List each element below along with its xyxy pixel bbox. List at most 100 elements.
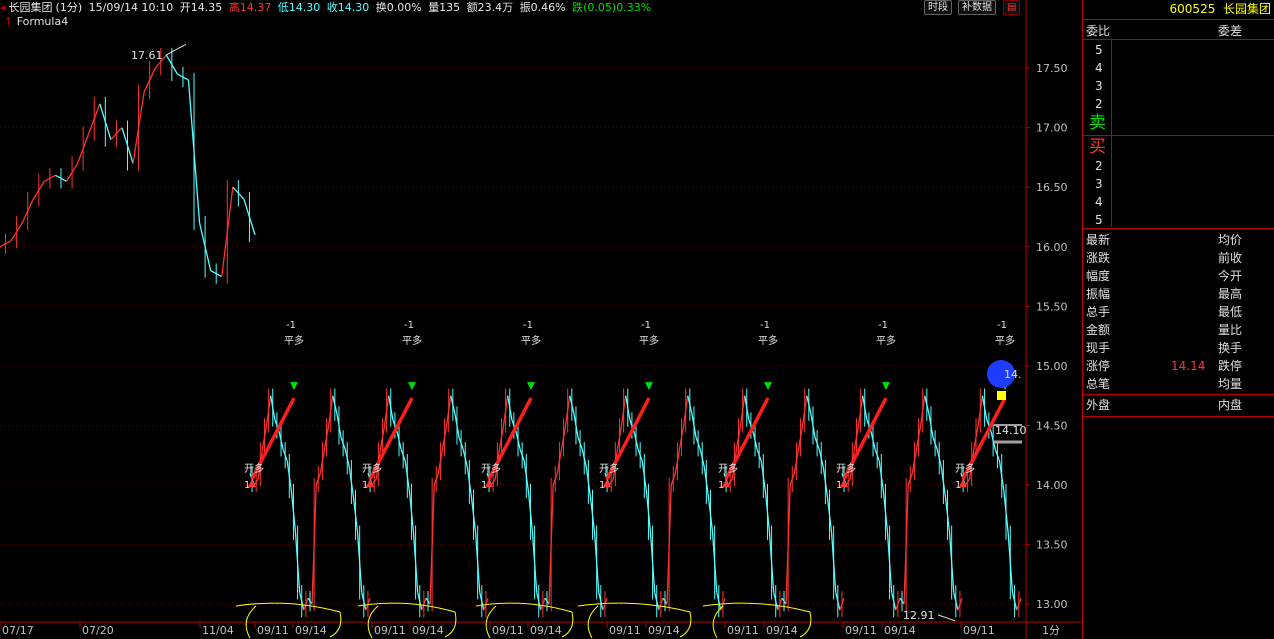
buy-level-label: 5 <box>1095 213 1103 227</box>
low-pointer <box>937 614 956 622</box>
signal-bottom-one: 1 <box>244 480 250 491</box>
quote-label: 振幅 <box>1086 287 1111 301</box>
quote-label: 总手 <box>1086 305 1111 319</box>
signal-bottom-label: 开多 <box>599 462 619 475</box>
sell-signal-arrow <box>290 382 298 391</box>
quote-row: 现手 换手 <box>1083 339 1274 357</box>
quote-row: 总笔 均量 <box>1083 375 1274 393</box>
buy-level-2: 2 <box>1083 157 1274 175</box>
x-tick-label: 07/20 <box>82 624 114 637</box>
price-tag-bottom: 14.10 <box>995 424 1027 437</box>
signal-top-minus: -1 <box>760 320 770 331</box>
high-label: 17.61 <box>131 49 163 62</box>
y-tick-label: 15.00 <box>1036 360 1068 373</box>
buy-level-label: 3 <box>1095 177 1103 191</box>
signal-bottom-label: 开多 <box>362 462 382 475</box>
low-label: 12.91 <box>903 609 935 622</box>
buy-level-label: 2 <box>1095 159 1103 173</box>
panel-title: 600525 长园集团 <box>1083 0 1274 20</box>
signal-top-label: 平多 <box>639 334 659 347</box>
quote-value: 14.14 <box>1171 359 1206 373</box>
signal-bottom-label: 开多 <box>244 462 264 475</box>
quote-label: 跌停 <box>1218 359 1243 373</box>
buy-level-4: 4 <box>1083 193 1274 211</box>
x-tick-label: 07/17 <box>2 624 34 637</box>
signal-top-minus: -1 <box>523 320 533 331</box>
x-tick-label: 09/11 <box>374 624 406 637</box>
buy-level-label: 4 <box>1095 195 1103 209</box>
signal-top-minus: -1 <box>997 320 1007 331</box>
sell-marker: 卖 <box>1083 114 1274 132</box>
sell-level-5: 5 <box>1083 41 1274 59</box>
quote-row: 金额 量比 <box>1083 321 1274 339</box>
sell-level-label: 4 <box>1095 61 1103 75</box>
quote-label: 换手 <box>1218 341 1243 355</box>
period-label: 1分 <box>1042 624 1060 637</box>
divider <box>1083 416 1274 417</box>
signal-top-label: 平多 <box>758 334 778 347</box>
sell-level-2: 2 <box>1083 95 1274 113</box>
sell-level-label: 2 <box>1095 97 1103 111</box>
quote-panel: 600525 长园集团 委比 委差 5 4 3 2 卖 买 2 3 4 5 最新 均价涨跌 前收幅… <box>1082 0 1274 639</box>
high-pointer <box>165 43 187 56</box>
signal-bottom-label: 开多 <box>481 462 501 475</box>
x-tick-label: 09/14 <box>766 624 798 637</box>
y-tick-label: 17.00 <box>1036 122 1068 135</box>
quote-label: 涨停 <box>1086 359 1111 373</box>
sell-level-label: 3 <box>1095 79 1103 93</box>
stock-code: 600525 <box>1169 2 1216 16</box>
quote-row: 振幅 最高 <box>1083 285 1274 303</box>
price-chart[interactable]: 17.50 17.00 16.50 16.00 15.50 15.00 14.50 14.00… <box>0 0 1082 639</box>
x-tick-label: 09/14 <box>884 624 916 637</box>
quote-row: 总手 最低 <box>1083 303 1274 321</box>
sell-level-4: 4 <box>1083 59 1274 77</box>
signal-top-minus: -1 <box>404 320 414 331</box>
signal-bottom-one: 1 <box>362 480 368 491</box>
sell-signal-arrow <box>645 382 653 391</box>
quote-label: 现手 <box>1086 341 1111 355</box>
inner-label: 内盘 <box>1218 398 1243 412</box>
y-tick-label: 14.50 <box>1036 419 1068 432</box>
quote-label: 最低 <box>1218 305 1243 319</box>
weibi-label: 委比 <box>1086 24 1111 38</box>
signal-top-label: 平多 <box>521 334 541 347</box>
quote-row: 幅度 今开 <box>1083 267 1274 285</box>
outer-label: 外盘 <box>1086 398 1111 412</box>
outer-inner-row: 外盘 内盘 <box>1083 396 1274 414</box>
quote-label: 幅度 <box>1086 269 1111 283</box>
quote-row: 最新 均价 <box>1083 231 1274 249</box>
signal-bottom-label: 开多 <box>718 462 738 475</box>
signal-top-label: 平多 <box>876 334 896 347</box>
x-tick-label: 09/11 <box>845 624 877 637</box>
quote-label: 涨跌 <box>1086 251 1111 265</box>
x-tick-label: 11/04 <box>202 624 234 637</box>
y-tick-label: 16.00 <box>1036 241 1068 254</box>
buy-level-3: 3 <box>1083 175 1274 193</box>
buy-marker: 买 <box>1083 138 1274 156</box>
x-tick-label: 09/11 <box>963 624 995 637</box>
y-tick-label: 17.50 <box>1036 62 1068 75</box>
x-tick-label: 09/11 <box>492 624 524 637</box>
quote-label: 金额 <box>1086 323 1111 337</box>
buy-label: 买 <box>1089 137 1106 157</box>
price-tag-top: 14. <box>1004 368 1022 381</box>
signal-bottom-one: 1 <box>836 480 842 491</box>
x-tick-label: 09/11 <box>727 624 759 637</box>
quote-label: 量比 <box>1218 323 1243 337</box>
y-tick-label: 13.50 <box>1036 539 1068 552</box>
sell-signal-arrow <box>527 382 535 391</box>
signal-top-label: 平多 <box>995 334 1015 347</box>
x-tick-label: 09/14 <box>412 624 444 637</box>
signal-bottom-label: 开多 <box>836 462 856 475</box>
y-tick-label: 16.50 <box>1036 181 1068 194</box>
weibi-row: 委比 委差 <box>1083 22 1274 40</box>
buy-level-5: 5 <box>1083 211 1274 229</box>
quote-label: 前收 <box>1218 251 1243 265</box>
x-tick-label: 09/11 <box>257 624 289 637</box>
alert-box <box>997 391 1006 400</box>
signal-bottom-label: 开多 <box>955 462 975 475</box>
signal-top-label: 平多 <box>284 334 304 347</box>
x-tick-label: 09/14 <box>648 624 680 637</box>
sell-level-label: 5 <box>1095 43 1103 57</box>
quote-label: 今开 <box>1218 269 1243 283</box>
